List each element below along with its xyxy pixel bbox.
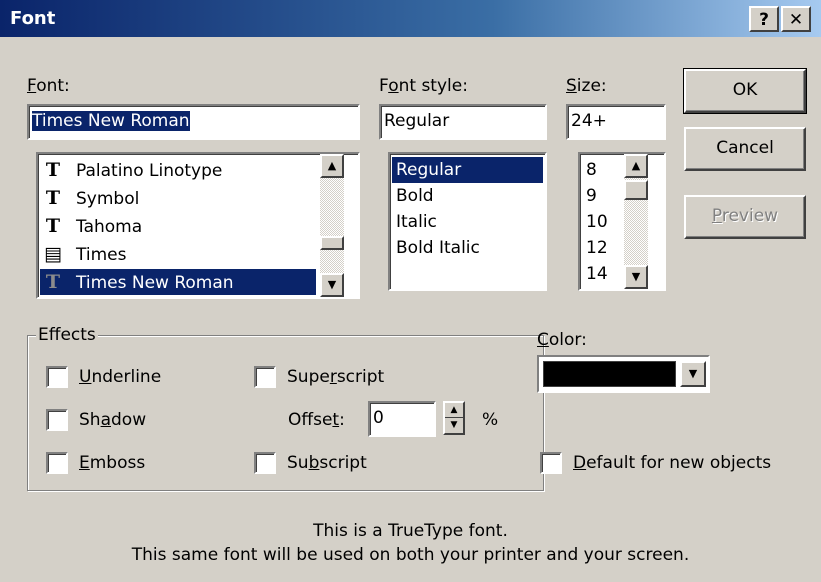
- font-list-item-label: Tahoma: [76, 217, 143, 237]
- color-label: Color:: [537, 330, 587, 350]
- cancel-button[interactable]: Cancel: [684, 127, 806, 171]
- offset-value: 0: [373, 408, 384, 428]
- superscript-label: Superscript: [287, 367, 385, 387]
- font-label: Font:: [27, 76, 70, 96]
- font-list-item[interactable]: T Symbol: [40, 185, 316, 211]
- scroll-thumb[interactable]: [320, 236, 344, 250]
- scroll-down-button[interactable]: ▼: [320, 273, 344, 297]
- font-list[interactable]: T Palatino Linotype T Symbol T Tahoma ▤ Times T T…: [36, 152, 360, 299]
- font-list-item[interactable]: T Palatino Linotype: [40, 157, 316, 183]
- font-style-input[interactable]: Regular: [379, 104, 547, 140]
- size-list-item[interactable]: 10: [582, 209, 622, 235]
- font-list-item-label: Times New Roman: [76, 273, 234, 293]
- emboss-label: Emboss: [79, 453, 146, 473]
- font-info-line-1: This is a TrueType font.: [313, 521, 508, 541]
- subscript-checkbox[interactable]: [254, 452, 276, 474]
- dialog-title: Font: [10, 8, 56, 29]
- scroll-up-button[interactable]: ▲: [320, 154, 344, 178]
- size-scroll-down-button[interactable]: ▼: [624, 265, 648, 289]
- font-style-item[interactable]: Italic: [392, 209, 543, 235]
- size-scroll-up-button[interactable]: ▲: [624, 154, 648, 178]
- spin-down-icon[interactable]: ▼: [445, 418, 463, 433]
- effects-title: Effects: [36, 325, 98, 345]
- ok-button[interactable]: OK: [683, 68, 807, 114]
- font-style-label: Font style:: [379, 76, 468, 96]
- font-style-item[interactable]: Bold: [392, 183, 543, 209]
- default-label: Default for new objects: [573, 453, 772, 473]
- shadow-label: Shadow: [79, 410, 147, 430]
- truetype-icon: T: [45, 187, 61, 209]
- truetype-icon: T: [45, 215, 61, 237]
- default-checkbox[interactable]: [540, 452, 562, 474]
- size-input[interactable]: 24+: [566, 104, 666, 140]
- title-bar: Font ? ✕: [0, 0, 821, 37]
- close-button[interactable]: ✕: [781, 6, 811, 32]
- size-list-item[interactable]: 9: [582, 183, 622, 209]
- subscript-label: Subscript: [287, 453, 367, 473]
- underline-label: Underline: [79, 367, 162, 387]
- superscript-checkbox[interactable]: [254, 366, 276, 388]
- truetype-icon: T: [45, 271, 61, 293]
- font-name-value: Times New Roman: [32, 111, 190, 131]
- size-label: Size:: [566, 76, 607, 96]
- font-list-item[interactable]: ▤ Times: [40, 241, 316, 267]
- size-list-item[interactable]: 12: [582, 235, 622, 261]
- font-style-value: Regular: [384, 111, 450, 131]
- font-name-input[interactable]: Times New Roman: [27, 104, 360, 140]
- help-button[interactable]: ?: [749, 6, 779, 32]
- underline-checkbox[interactable]: [46, 366, 68, 388]
- size-list-scrollbar[interactable]: ▲ ▼: [624, 154, 648, 289]
- font-list-item[interactable]: T Tahoma: [40, 213, 316, 239]
- size-list-item[interactable]: 8: [582, 157, 622, 183]
- color-swatch: [543, 361, 676, 387]
- offset-unit: %: [482, 410, 499, 430]
- emboss-checkbox[interactable]: [46, 452, 68, 474]
- font-list-item[interactable]: T Times New Roman: [40, 269, 316, 295]
- spin-up-icon[interactable]: ▲: [445, 403, 463, 418]
- color-dropdown-icon[interactable]: ▼: [680, 361, 706, 387]
- color-picker[interactable]: ▼: [537, 355, 710, 393]
- truetype-icon: T: [45, 159, 61, 181]
- font-list-item-label: Times: [76, 245, 127, 265]
- font-info-line-2: This same font will be used on both your…: [131, 545, 690, 565]
- shadow-checkbox[interactable]: [46, 409, 68, 431]
- size-list-item[interactable]: 14: [582, 261, 622, 287]
- size-value: 24+: [571, 111, 607, 131]
- preview-button[interactable]: Preview: [684, 195, 806, 239]
- font-list-scrollbar[interactable]: ▲ ▼: [320, 154, 344, 297]
- offset-spinner[interactable]: ▲ ▼: [443, 401, 465, 435]
- offset-label: Offset:: [288, 410, 345, 430]
- size-scroll-thumb[interactable]: [624, 180, 648, 200]
- font-list-item-label: Symbol: [76, 189, 140, 209]
- font-list-item-label: Palatino Linotype: [76, 161, 223, 181]
- font-style-item[interactable]: Bold Italic: [392, 235, 543, 261]
- printer-font-icon: ▤: [44, 243, 62, 265]
- font-style-item[interactable]: Regular: [392, 157, 543, 183]
- size-list[interactable]: 8 9 10 12 14 ▲ ▼: [578, 152, 666, 291]
- font-style-list[interactable]: Regular Bold Italic Bold Italic: [388, 152, 547, 291]
- offset-input[interactable]: 0: [368, 401, 436, 437]
